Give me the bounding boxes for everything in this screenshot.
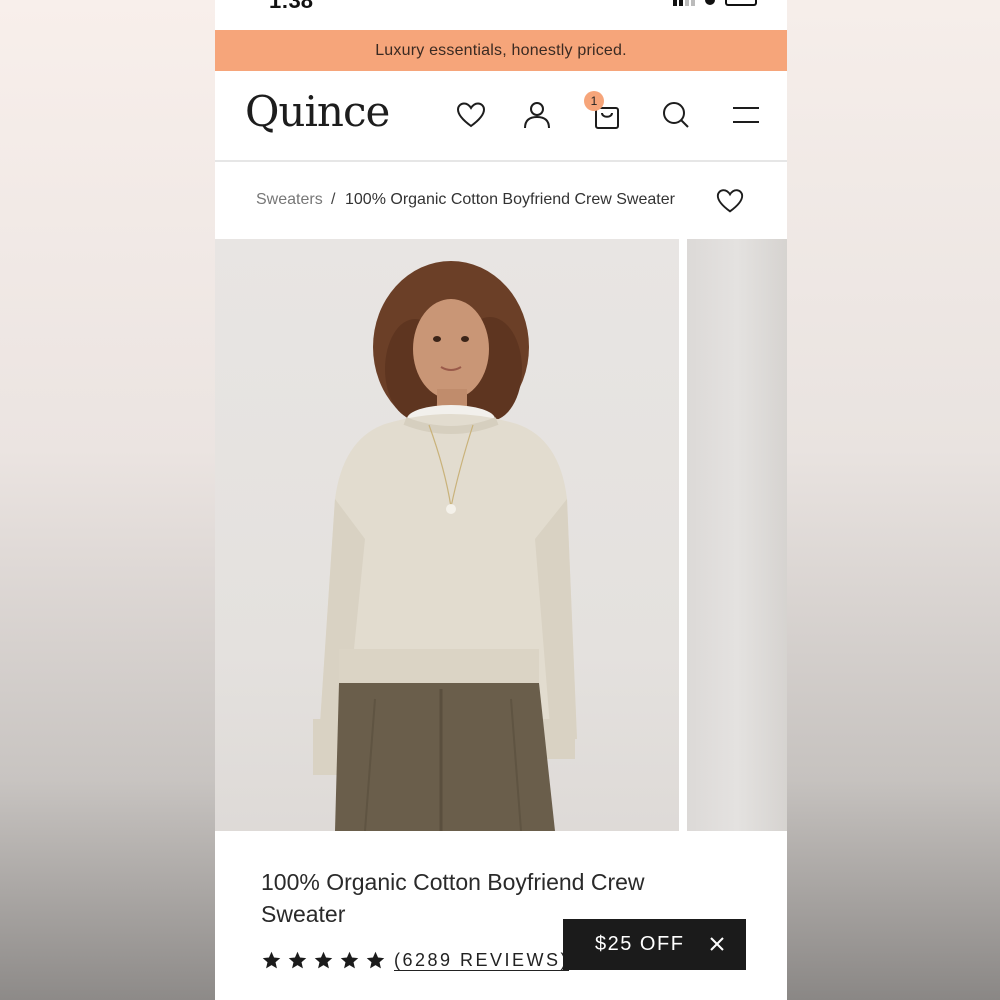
next-product-photo[interactable] [687,239,787,831]
star-icon [288,951,307,969]
signal-icon [673,0,695,6]
heart-icon [456,102,486,128]
product-gallery[interactable] [215,239,787,831]
breadcrumb-link-sweaters[interactable]: Sweaters [256,191,323,209]
status-time: 1:38 [269,0,314,13]
breadcrumb-current: 100% Organic Cotton Boyfriend Crew Sweat… [345,191,675,208]
status-bar: 1:38 [215,0,787,30]
reviews-link-label: (6289 REVIEWS) [394,950,570,971]
close-icon [710,937,724,951]
cart-count-badge: 1 [584,91,604,111]
breadcrumb: Sweaters / 100% Organic Cotton Boyfriend… [215,163,787,239]
rating-stars [261,950,386,971]
wishlist-button[interactable] [455,99,487,131]
account-button[interactable] [521,99,553,131]
save-product-button[interactable] [715,186,745,216]
menu-button[interactable] [730,99,762,131]
site-header: Quince 1 [215,71,787,162]
wifi-icon [705,0,715,5]
breadcrumb-separator: / [331,191,336,208]
account-icon [524,102,550,129]
battery-icon [725,0,757,6]
star-icon [366,951,385,969]
heart-icon [716,189,744,213]
product-photo[interactable] [215,239,679,831]
reviews-link[interactable]: (6289 REVIEWS) [394,950,570,971]
quince-logo[interactable]: Quince [245,87,390,136]
star-icon [340,951,359,969]
background-left [0,0,215,1000]
search-icon [663,102,689,128]
model-in-sweater-illustration [313,261,577,831]
menu-icon [733,107,759,123]
status-icons [673,0,757,6]
star-icon [262,951,281,969]
promo-banner-text: Luxury essentials, honestly priced. [375,41,627,59]
phone-screen: 1:38 Luxury essentials, honestly priced.… [215,0,787,1000]
promo-banner[interactable]: Luxury essentials, honestly priced. [215,30,787,71]
product-rating[interactable]: (6289 REVIEWS) [261,950,570,971]
discount-offer-label: $25 OFF [595,933,685,955]
star-icon [314,951,333,969]
discount-offer-button[interactable]: $25 OFF [563,919,746,970]
background-right [787,0,1000,1000]
close-offer-button[interactable] [708,935,726,953]
search-button[interactable] [660,99,692,131]
